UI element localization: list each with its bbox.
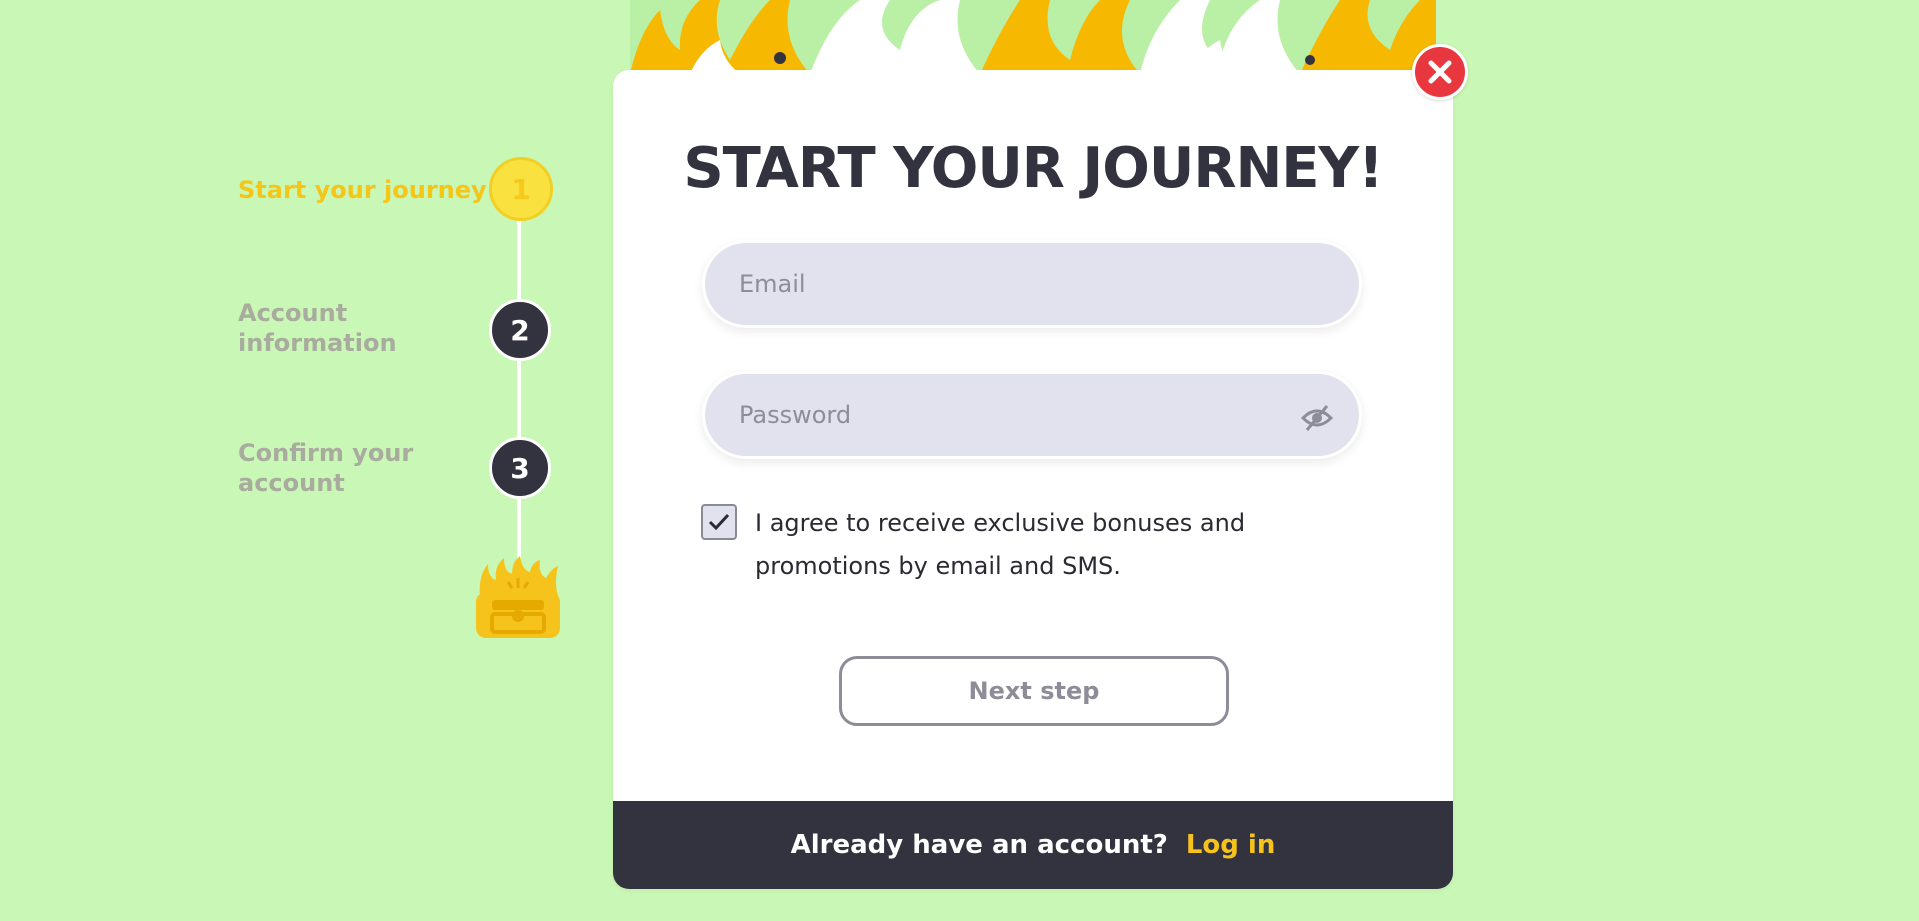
step-1-label: Start your journey! [238,176,498,204]
close-button[interactable] [1412,44,1468,100]
next-step-button[interactable]: Next step [839,656,1229,726]
step-2-label: Account information [238,299,397,357]
login-prompt: Already have an account? [790,830,1168,860]
steps-connector-line [517,188,521,558]
step-1-circle: 1 [489,157,553,221]
step-2-circle: 2 [489,299,551,361]
step-3-label: Confirm your account [238,439,414,497]
flame-banner [630,0,1436,74]
signup-modal: START YOUR JOURNEY! I agree to receive e… [613,70,1453,889]
agree-label: I agree to receive exclusive bonuses and… [755,509,1246,580]
treasure-chest-icon [476,556,560,638]
email-field[interactable] [705,243,1265,325]
close-icon [1428,60,1452,84]
agree-row: I agree to receive exclusive bonuses and… [701,502,1275,588]
flame-pattern-icon [630,0,1436,74]
modal-footer: Already have an account? Log in [613,801,1453,889]
password-field[interactable] [705,374,1265,456]
eye-off-icon[interactable] [1301,404,1333,432]
modal-title: START YOUR JOURNEY! [683,136,1383,201]
check-icon [708,513,730,531]
password-field-wrapper [702,371,1362,459]
step-3-circle: 3 [489,437,551,499]
agree-checkbox[interactable] [701,504,737,540]
email-field-wrapper [702,240,1362,328]
login-link[interactable]: Log in [1186,830,1276,860]
progress-steps: Start your journey! 1 Account informatio… [0,0,600,700]
